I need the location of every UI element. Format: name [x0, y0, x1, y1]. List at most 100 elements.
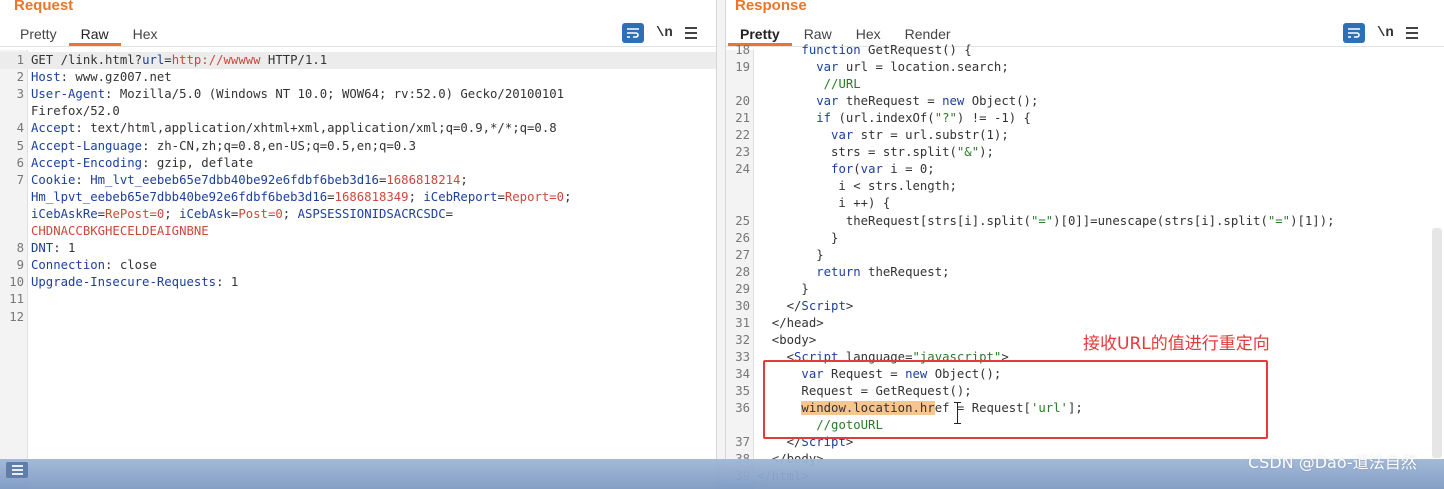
- code-token: </head>: [757, 315, 824, 330]
- code-token: Accept-Encoding: [31, 155, 143, 170]
- code-line: i < strs.length;: [726, 178, 1444, 195]
- code-token: Script: [801, 298, 846, 313]
- line-code: return theRequest;: [757, 264, 949, 281]
- line-number: 30: [735, 298, 750, 313]
- wrap-icon[interactable]: [1343, 23, 1365, 43]
- code-token: (url.indexOf(: [831, 111, 935, 126]
- code-token: strs = str.split(: [757, 145, 957, 160]
- line-number: 7: [16, 172, 24, 187]
- code-line: 9 Connection: close: [0, 257, 716, 274]
- code-token: CHDNACCBKGHECELDEAIGNBNE: [31, 224, 209, 238]
- newline-icon[interactable]: \n: [1377, 25, 1394, 41]
- code-token: ;: [460, 172, 468, 187]
- response-scrollbar[interactable]: [1432, 228, 1442, 458]
- code-token: http://wwwww: [171, 53, 261, 67]
- code-line: 10 Upgrade-Insecure-Requests: 1: [0, 274, 716, 291]
- code-token: ;: [164, 206, 180, 221]
- code-token: =: [445, 206, 454, 221]
- code-token: =: [97, 206, 106, 221]
- menu-icon[interactable]: [684, 27, 697, 39]
- line-number: 3: [16, 87, 24, 102]
- code-token: : zh-CN,zh;q=0.8,en-US;q=0.5,en;q=0.3: [142, 138, 416, 153]
- code-token: str = url.substr(1);: [853, 128, 1009, 143]
- code-token: ) != -1) {: [956, 111, 1031, 126]
- code-token: GetRequest() {: [860, 43, 972, 57]
- line-number: 26: [735, 230, 750, 245]
- line-code: }: [757, 281, 808, 298]
- line-code: Accept-Language: zh-CN,zh;q=0.8,en-US;q=…: [31, 138, 416, 155]
- code-token: >: [845, 298, 854, 313]
- bottom-bar: [0, 459, 1444, 489]
- code-token: : gzip, deflate: [142, 155, 254, 170]
- code-token: Cookie: [31, 172, 76, 187]
- line-number: 34: [735, 366, 750, 381]
- newline-icon[interactable]: \n: [656, 25, 673, 41]
- line-number: 12: [9, 309, 24, 324]
- code-token: Object();: [964, 94, 1039, 109]
- code-token: RePost=0: [105, 206, 165, 221]
- code-token: </: [757, 298, 802, 313]
- code-token: theRequest[strs[i].split(: [757, 213, 1031, 228]
- code-token: "&": [956, 145, 980, 160]
- line-number: 27: [735, 247, 750, 262]
- line-code: if (url.indexOf("?") != -1) {: [757, 110, 1031, 127]
- list-icon[interactable]: [6, 462, 28, 478]
- code-token: return: [816, 264, 861, 279]
- tab-hex[interactable]: Hex: [121, 22, 170, 46]
- tab-raw[interactable]: Raw: [68, 22, 121, 46]
- line-number: 36: [735, 401, 750, 416]
- code-line: 25 theRequest[strs[i].split("=")[0]]=une…: [726, 213, 1444, 230]
- request-title: Request: [14, 0, 74, 14]
- line-code: </Script>: [757, 298, 854, 315]
- code-line: 3 User-Agent: Mozilla/5.0 (Windows NT 10.…: [0, 86, 716, 103]
- code-token: var: [816, 60, 839, 75]
- code-line: 18 function GetRequest() {: [726, 42, 1444, 59]
- code-token: theRequest =: [838, 94, 943, 109]
- code-token: url = location.search;: [838, 60, 1009, 75]
- wrap-icon[interactable]: [622, 23, 644, 43]
- menu-icon[interactable]: [1405, 27, 1418, 39]
- code-line: 12: [0, 309, 716, 326]
- code-line: Firefox/52.0: [0, 103, 716, 120]
- code-token: );: [979, 145, 994, 160]
- code-token: function: [801, 43, 861, 57]
- code-token: =: [497, 189, 505, 204]
- request-editor[interactable]: 1 GET /link.html?url=http://wwwww HTTP/1.…: [0, 50, 716, 489]
- code-line: 24 for(var i = 0;: [726, 161, 1444, 178]
- tab-pretty[interactable]: Pretty: [8, 22, 69, 46]
- code-line: 23 strs = str.split("&");: [726, 144, 1444, 161]
- line-number: 6: [16, 155, 24, 170]
- line-number: 1: [16, 53, 24, 67]
- code-token: i ++) {: [757, 196, 891, 211]
- line-number: 35: [735, 384, 750, 398]
- code-token: iCebAsk: [179, 206, 231, 221]
- code-token: =: [164, 53, 172, 67]
- watermark: CSDN @Dao-道法自然: [1248, 453, 1417, 472]
- code-token: }: [757, 247, 824, 262]
- code-token: GET /link.html?: [31, 53, 143, 67]
- code-token: }: [757, 230, 839, 245]
- code-line: 4 Accept: text/html,application/xhtml+xml…: [0, 120, 716, 137]
- code-token: : Mozilla/5.0 (Windows NT 10.0; WOW64; r…: [105, 87, 565, 102]
- code-token: Hm_lvt_eebeb65e7dbb40be92e6fdbf6beb3d16: [90, 172, 379, 187]
- code-line: 2 Host: www.gz007.net: [0, 69, 716, 86]
- code-line: 8 DNT: 1: [0, 240, 716, 257]
- code-token: User-Agent: [31, 87, 106, 102]
- line-number: 8: [16, 241, 24, 256]
- code-token: i < strs.length;: [757, 179, 957, 194]
- line-number: 24: [735, 162, 750, 177]
- line-code: var url = location.search;: [757, 59, 1009, 76]
- code-token: new: [942, 94, 965, 109]
- code-token: //URL: [823, 77, 861, 92]
- request-tabs: Pretty Raw Hex: [8, 22, 170, 46]
- code-line: 28 return theRequest;: [726, 264, 1444, 281]
- code-token: Firefox/52.0: [31, 104, 120, 119]
- code-token: var: [860, 162, 883, 177]
- code-token: =: [327, 189, 335, 204]
- line-code: strs = str.split("&");: [757, 144, 994, 161]
- pane-divider[interactable]: [716, 0, 726, 489]
- code-token: ASPSESSIONIDSACRCSDC: [297, 206, 446, 221]
